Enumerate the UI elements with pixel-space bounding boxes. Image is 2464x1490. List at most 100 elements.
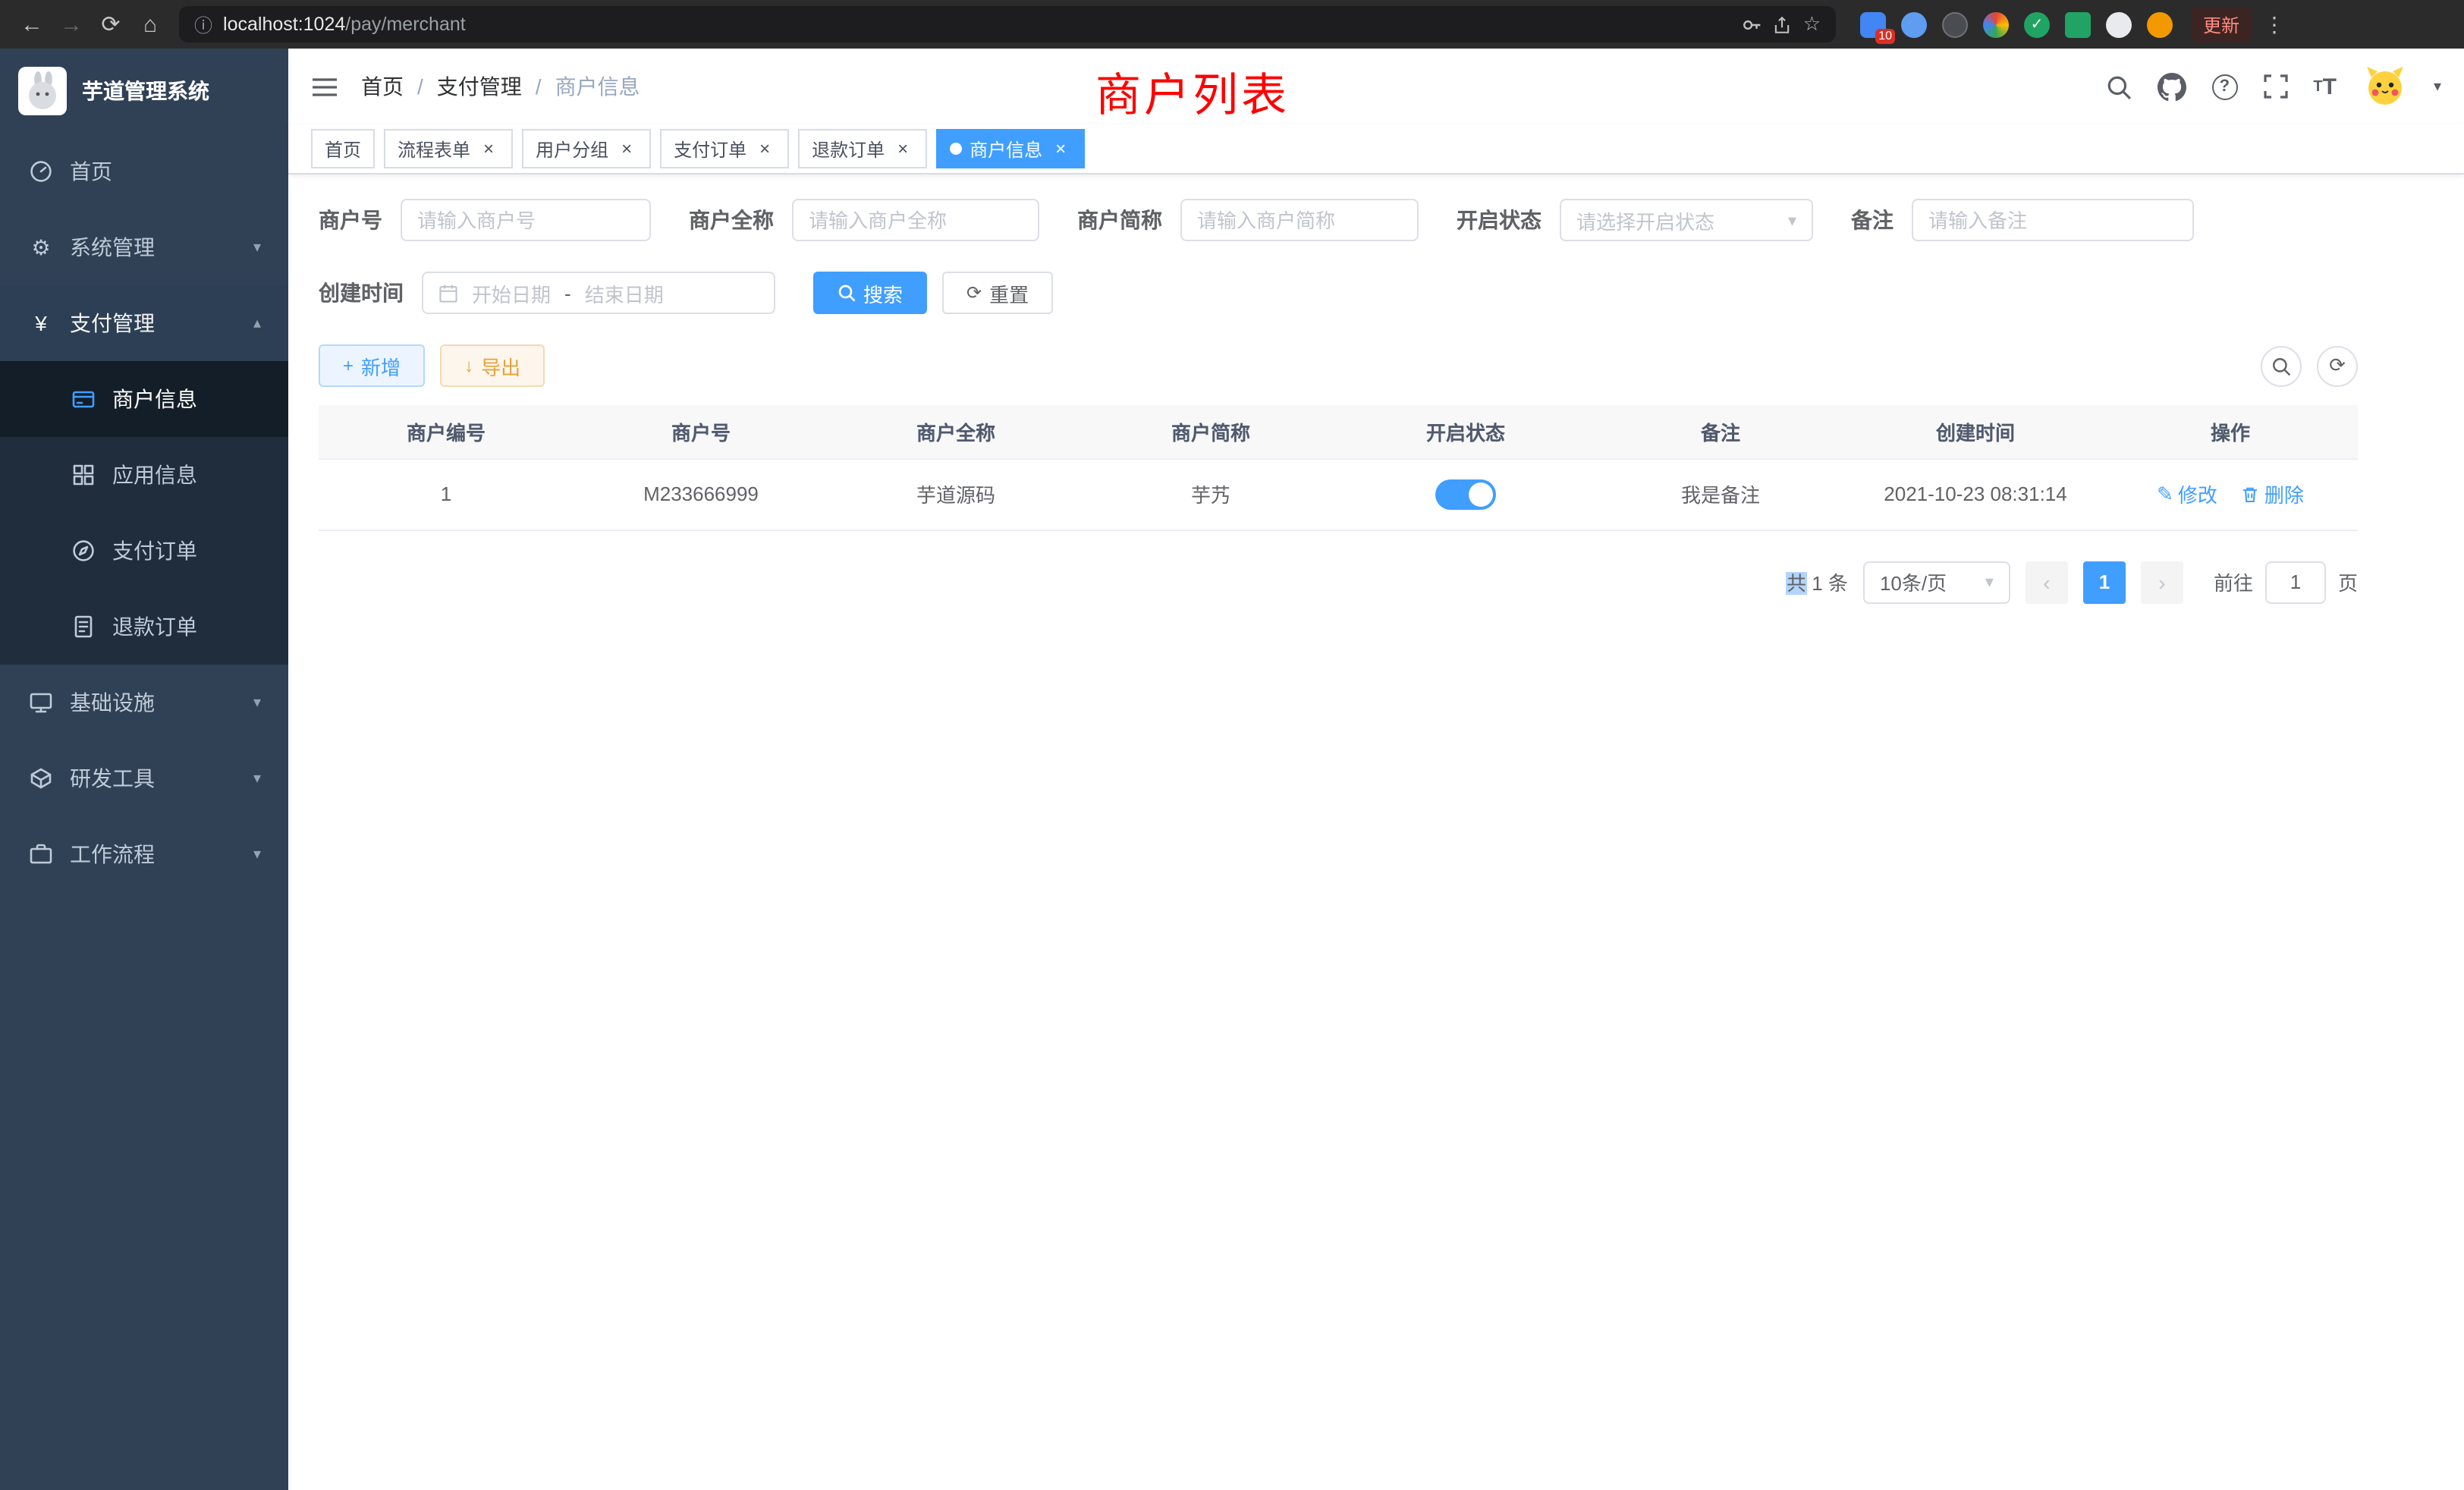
sidebar-item-dev-tools[interactable]: 研发工具 ▾	[0, 740, 288, 816]
yen-icon: ¥	[27, 311, 55, 335]
extension-green-square-icon[interactable]	[2065, 11, 2091, 37]
toggle-knob	[1469, 482, 1493, 506]
tab-merchant-info[interactable]: 商户信息 ×	[936, 129, 1085, 168]
breadcrumb: 首页 / 支付管理 / 商户信息	[361, 71, 640, 102]
extensions-area: 10 ✓	[1860, 11, 2173, 37]
browser-reload-icon[interactable]: ⟳	[91, 5, 130, 44]
tab-home[interactable]: 首页	[311, 129, 375, 168]
cell-create-time: 2021-10-23 08:31:14	[1848, 458, 2103, 530]
address-bar[interactable]: ⓘ localhost:1024/pay/merchant ☆	[179, 6, 1836, 42]
logo[interactable]: 芋道管理系统	[0, 49, 288, 134]
site-info-icon[interactable]: ⓘ	[194, 11, 212, 37]
search-icon[interactable]	[2105, 74, 2131, 99]
profile-avatar-icon[interactable]	[2147, 11, 2173, 37]
sidebar-item-home[interactable]: 首页	[0, 134, 288, 209]
user-avatar[interactable]	[2362, 64, 2408, 109]
delete-link[interactable]: 删除	[2242, 479, 2304, 508]
breadcrumb-home[interactable]: 首页	[361, 71, 404, 102]
calendar-icon	[438, 283, 458, 303]
avatar-caret-icon[interactable]: ▾	[2434, 78, 2441, 95]
browser-home-icon[interactable]: ⌂	[130, 5, 170, 44]
reset-icon: ⟳	[966, 282, 982, 303]
chevron-down-icon: ▾	[253, 770, 261, 787]
sidebar-item-pay-order[interactable]: 支付订单	[0, 513, 288, 589]
tab-close-icon[interactable]: ×	[478, 138, 499, 159]
sidebar-item-infrastructure[interactable]: 基础设施 ▾	[0, 665, 288, 740]
remark-input[interactable]	[1912, 199, 2194, 241]
fullscreen-icon[interactable]	[2263, 74, 2287, 99]
col-create-time: 创建时间	[1848, 405, 2103, 458]
extension-green-check-icon[interactable]: ✓	[2024, 11, 2050, 37]
remark-label: 备注	[1851, 205, 1894, 235]
sidebar-collapse-icon[interactable]	[311, 75, 338, 98]
reset-button[interactable]: ⟳ 重置	[942, 272, 1053, 314]
sidebar-item-workflow[interactable]: 工作流程 ▾	[0, 816, 288, 892]
extension-color-wheel-icon[interactable]	[1983, 11, 2009, 37]
merchant-no-input[interactable]	[401, 199, 651, 241]
extension-drop-icon[interactable]	[1901, 11, 1927, 37]
tab-close-icon[interactable]: ×	[1050, 138, 1071, 159]
sidebar-item-label: 工作流程	[70, 839, 238, 869]
help-icon[interactable]: ?	[2211, 74, 2237, 99]
cell-full-name: 芋道源码	[828, 458, 1083, 530]
refresh-icon-button[interactable]: ⟳	[2317, 345, 2358, 386]
short-name-input[interactable]	[1180, 199, 1419, 241]
status-toggle[interactable]	[1435, 479, 1496, 509]
browser-menu-icon[interactable]: ⋮	[2264, 11, 2285, 37]
sidebar-item-payment[interactable]: ¥ 支付管理 ▴	[0, 285, 288, 361]
page-1-button[interactable]: 1	[2083, 561, 2126, 603]
add-button[interactable]: + 新增	[319, 344, 425, 387]
tab-label: 首页	[325, 136, 361, 162]
sidebar-item-system[interactable]: ⚙ 系统管理 ▾	[0, 209, 288, 285]
filter-short-name: 商户简称	[1077, 199, 1419, 241]
breadcrumb-current: 商户信息	[555, 71, 640, 102]
chrome-update-button[interactable]: 更新	[2191, 7, 2252, 42]
tab-close-icon[interactable]: ×	[754, 138, 775, 159]
download-icon: ↓	[464, 355, 473, 376]
export-button[interactable]: ↓ 导出	[440, 344, 545, 387]
date-range-picker[interactable]: 开始日期 - 结束日期	[422, 272, 775, 314]
credit-card-icon	[70, 387, 97, 411]
tab-close-icon[interactable]: ×	[616, 138, 637, 159]
github-icon[interactable]	[2157, 72, 2186, 101]
tab-close-icon[interactable]: ×	[892, 138, 913, 159]
pagination-total: 共 1 条	[1787, 567, 1848, 596]
sidebar-item-merchant-info[interactable]: 商户信息	[0, 361, 288, 437]
full-name-input[interactable]	[792, 199, 1039, 241]
sidebar-item-label: 支付订单	[112, 536, 261, 566]
prev-page-button[interactable]: ‹	[2026, 561, 2068, 603]
breadcrumb-payment[interactable]: 支付管理	[437, 71, 522, 102]
merchant-table: 商户编号 商户号 商户全称 商户简称 开启状态 备注 创建时间 操作 1	[319, 405, 2358, 530]
sidebar-item-app-info[interactable]: 应用信息	[0, 437, 288, 513]
page-size-select[interactable]: 10条/页 ▾	[1863, 561, 2010, 603]
browser-forward-icon[interactable]: →	[52, 5, 91, 44]
search-button[interactable]: 搜索	[813, 272, 927, 314]
col-short-name: 商户简称	[1083, 405, 1338, 458]
share-icon[interactable]	[1773, 14, 1793, 34]
next-page-button[interactable]: ›	[2141, 561, 2183, 603]
tab-user-group[interactable]: 用户分组 ×	[522, 129, 651, 168]
sidebar-item-label: 基础设施	[70, 687, 238, 718]
bookmark-star-icon[interactable]: ☆	[1803, 12, 1821, 36]
browser-back-icon[interactable]: ←	[12, 5, 52, 44]
filter-create-time: 创建时间 开始日期 - 结束日期	[319, 272, 775, 314]
status-label: 开启状态	[1457, 205, 1542, 235]
goto-page-input[interactable]	[2265, 561, 2326, 603]
edit-link[interactable]: ✎修改	[2157, 479, 2217, 508]
status-select[interactable]: 请选择开启状态 ▾	[1560, 199, 1813, 241]
sidebar-item-label: 退款订单	[112, 611, 261, 642]
browser-toolbar: ← → ⟳ ⌂ ⓘ localhost:1024/pay/merchant ☆ …	[0, 0, 2464, 49]
extension-light-icon[interactable]	[2106, 11, 2132, 37]
status-select-placeholder: 请选择开启状态	[1576, 206, 1714, 234]
toggle-search-icon-button[interactable]	[2261, 345, 2302, 386]
password-key-icon[interactable]	[1743, 14, 1762, 34]
extension-dark-icon[interactable]	[1942, 11, 1968, 37]
extension-puzzle-icon[interactable]: 10	[1860, 11, 1886, 37]
tab-refund-order[interactable]: 退款订单 ×	[798, 129, 927, 168]
table-toolbar: + 新增 ↓ 导出 ⟳	[319, 344, 2358, 387]
font-size-icon[interactable]: TT	[2313, 74, 2337, 99]
tab-process-form[interactable]: 流程表单 ×	[384, 129, 513, 168]
extension-badge: 10	[1875, 28, 1895, 43]
sidebar-item-refund-order[interactable]: 退款订单	[0, 589, 288, 665]
tab-pay-order[interactable]: 支付订单 ×	[660, 129, 789, 168]
